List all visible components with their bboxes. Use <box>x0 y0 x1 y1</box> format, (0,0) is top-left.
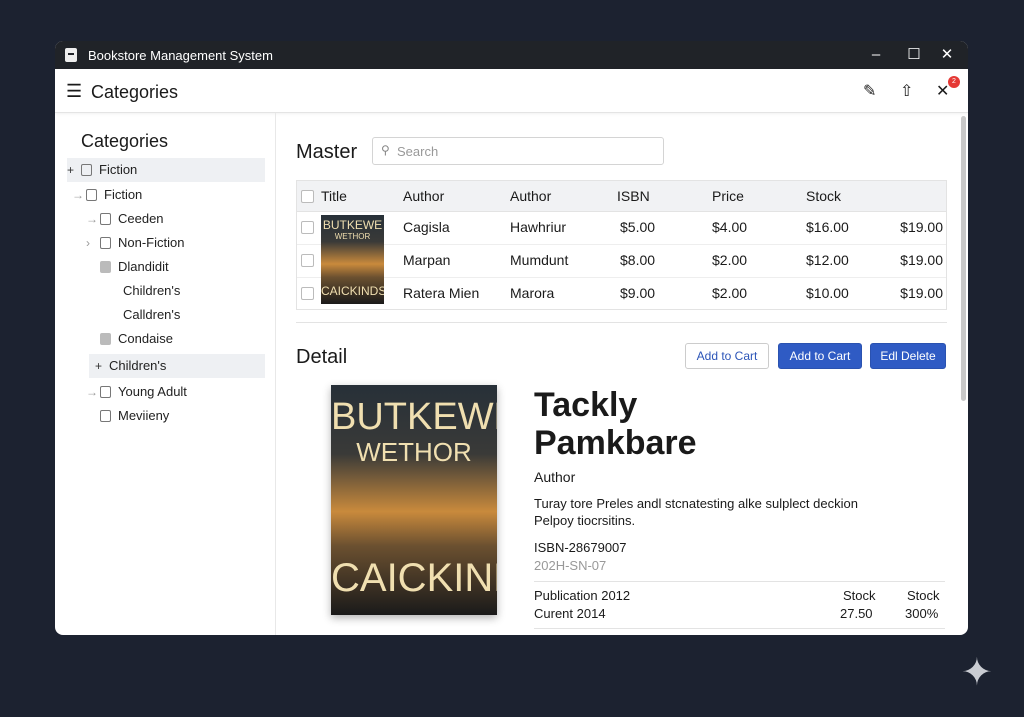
edit-delete-button[interactable]: Edl Delete <box>870 343 946 369</box>
main-panel: Master ⚲ Search Title Author Author ISBN … <box>277 113 968 635</box>
column-header[interactable]: Author <box>403 188 444 204</box>
tree-item[interactable]: → Young Adult <box>86 380 187 404</box>
book-isbn: ISBN-28679007 <box>534 540 627 555</box>
add-to-cart-primary-button[interactable]: Add to Cart <box>778 343 862 369</box>
sidebar-heading: Categories <box>81 131 169 151</box>
book-cover: BUTKEWE WETHOR CAICKINDS <box>331 385 497 615</box>
book-description: Turay tore Preles andl stcnatesting alke… <box>534 496 858 511</box>
detail-divider <box>534 628 945 629</box>
detail-divider <box>534 581 945 582</box>
hamburger-menu-icon[interactable]: ☰ <box>66 82 82 100</box>
book-thumbnail: BUTKEWE WETHOR CAICKINDS <box>321 215 384 304</box>
tree-item[interactable]: → Fiction <box>72 183 142 207</box>
category-sidebar: Categories + Fiction → Fiction → Ceeden › No… <box>55 113 276 635</box>
publication-year: Publication 2012 <box>534 588 631 603</box>
folder-icon <box>86 189 97 201</box>
table-header: Title Author Author ISBN Price Stock <box>297 181 946 212</box>
maximize-button[interactable]: ☐ <box>904 45 924 65</box>
tree-item[interactable]: + Children's <box>89 354 265 378</box>
sparkle-icon: ✦ <box>961 652 993 694</box>
close-window-button[interactable]: ✕ <box>937 45 957 65</box>
title-bar: Bookstore Management System – ☐ ✕ <box>55 41 968 69</box>
current-year: Curent 2014 <box>534 606 606 621</box>
app-window: Bookstore Management System – ☐ ✕ ☰ Cate… <box>55 41 968 635</box>
master-heading: Master <box>296 141 358 163</box>
column-header[interactable]: Stock <box>806 188 841 204</box>
table-row[interactable]: Ratera Mien Marora $9.00 $2.00 $10.00 $19.00 <box>297 278 946 311</box>
document-icon <box>100 213 111 225</box>
app-icon <box>65 48 77 62</box>
shapes-icon <box>100 261 111 273</box>
column-header[interactable]: Author <box>510 188 551 204</box>
document-icon <box>100 386 111 398</box>
tree-item[interactable]: Calldren's <box>123 303 180 327</box>
stock-label: Stock <box>843 588 876 603</box>
section-divider <box>296 322 947 323</box>
tree-item[interactable]: Meviieny <box>100 404 169 428</box>
row-checkbox[interactable] <box>301 287 314 300</box>
row-checkbox[interactable] <box>301 221 314 234</box>
window-title: Bookstore Management System <box>88 48 273 63</box>
tree-item[interactable]: Dlandidit <box>100 255 169 279</box>
search-icon: ⚲ <box>381 143 390 157</box>
stock-value: 27.50 <box>840 606 873 621</box>
books-table: Title Author Author ISBN Price Stock Cag… <box>296 180 947 310</box>
share-icon[interactable]: ⇧ <box>900 81 913 101</box>
shapes-icon <box>100 333 111 345</box>
column-header[interactable]: Title <box>321 188 347 204</box>
app-header: ☰ Categories ✎ ⇧ ✕ <box>55 69 968 113</box>
tree-item[interactable]: Children's <box>123 279 180 303</box>
book-author: Author <box>534 469 576 485</box>
row-checkbox[interactable] <box>301 254 314 267</box>
add-to-cart-button[interactable]: Add to Cart <box>685 343 769 369</box>
column-header[interactable]: ISBN <box>617 188 650 204</box>
tree-item[interactable]: › Non-Fiction <box>86 231 184 255</box>
table-row[interactable]: Marpan Mumdunt $8.00 $2.00 $12.00 $19.00 <box>297 245 946 278</box>
stock-label-2: Stock <box>907 588 940 603</box>
document-icon <box>100 237 111 249</box>
search-input[interactable]: ⚲ Search <box>372 137 664 165</box>
book-description-line2: Pelpoy tiocrsitins. <box>534 513 636 528</box>
page-title: Categories <box>91 82 179 102</box>
detail-heading: Detail <box>296 346 348 368</box>
tree-item[interactable]: + Fiction <box>67 158 265 182</box>
book-title-line2: Pamkbare <box>534 424 697 462</box>
notification-badge: 2 <box>948 76 960 88</box>
edit-icon[interactable]: ✎ <box>863 81 876 101</box>
book-isbn-secondary: 202H-SN-07 <box>534 558 607 573</box>
column-header[interactable]: Price <box>712 188 744 204</box>
minimize-button[interactable]: – <box>866 45 886 65</box>
tree-item[interactable]: → Ceeden <box>86 207 164 231</box>
document-icon <box>100 410 111 422</box>
folder-icon <box>81 164 92 176</box>
book-title: Tackly <box>534 386 638 424</box>
stock-percent: 300% <box>905 606 939 621</box>
tree-item[interactable]: Condaise <box>100 327 173 351</box>
table-row[interactable]: Cagisla Hawhriur $5.00 $4.00 $16.00 $19.00 <box>297 212 946 245</box>
scrollbar[interactable] <box>961 116 966 401</box>
select-all-checkbox[interactable] <box>301 190 314 203</box>
